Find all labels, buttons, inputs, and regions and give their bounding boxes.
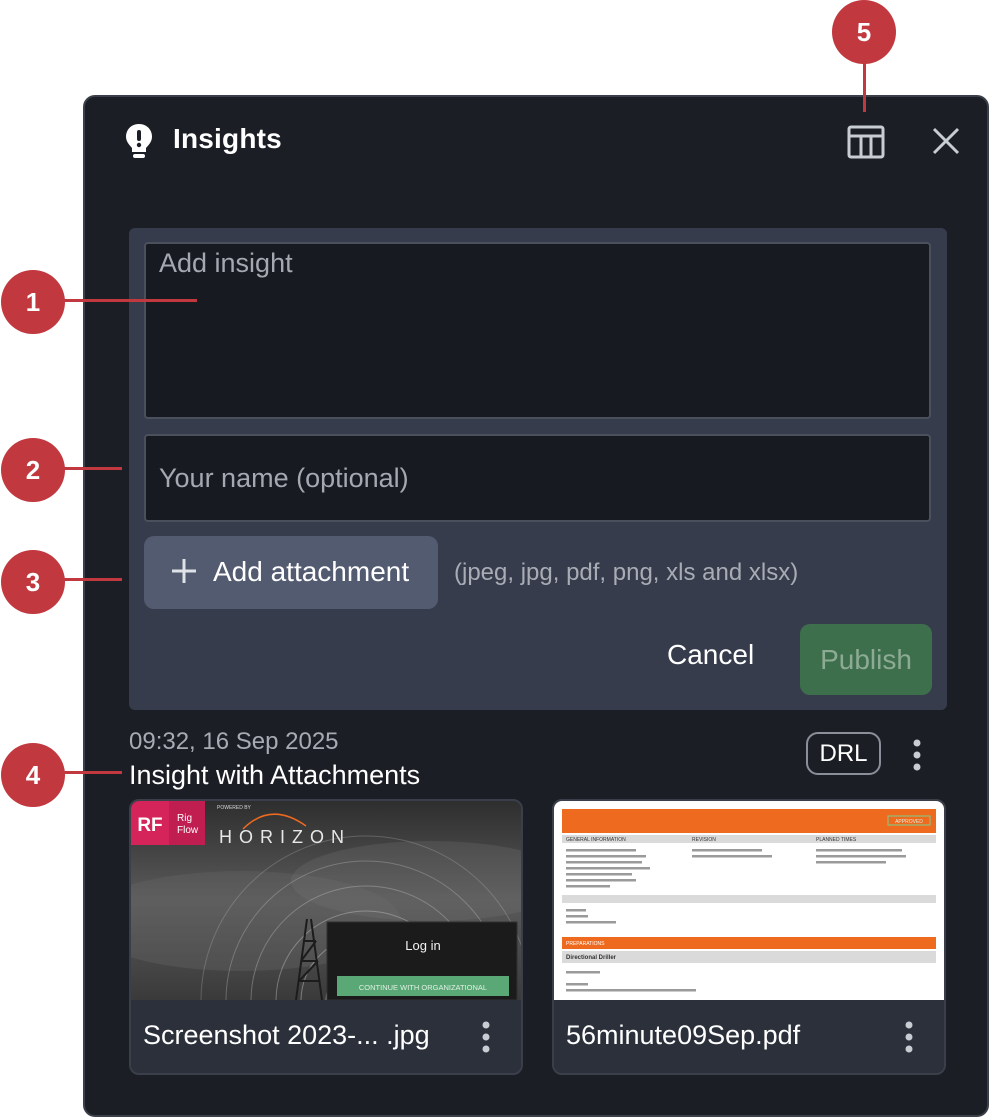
image-thumbnail: RF Rig Flow POWERED BY HORIZON Log in CO…	[131, 801, 521, 1000]
insight-title: Insight with Attachments	[129, 760, 421, 790]
pdf-section-4: PREPARATIONS	[566, 941, 605, 947]
horizon-brand-text: HORIZON	[219, 827, 351, 847]
plus-icon	[171, 558, 197, 584]
cancel-button[interactable]: Cancel	[667, 639, 754, 671]
discipline-badge: DRL	[806, 732, 881, 775]
attachment-footer: 56minute09Sep.pdf	[554, 1000, 944, 1073]
panel-title: Insights	[173, 123, 282, 154]
continue-text: CONTINUE WITH ORGANIZATIONAL	[359, 983, 487, 992]
insight-timestamp: 09:32, 16 Sep 2025	[129, 728, 339, 755]
attachment-name: 56minute09Sep.pdf	[566, 1020, 801, 1050]
publish-button[interactable]: Publish	[800, 624, 932, 695]
rf-logo-sub2: Flow	[177, 825, 199, 836]
callout-4: 4	[1, 743, 65, 807]
login-text: Log in	[405, 938, 440, 953]
pdf-section-2: REVISION	[692, 837, 716, 843]
name-input[interactable]	[144, 434, 931, 522]
close-icon[interactable]	[930, 125, 962, 157]
new-insight-form: Add attachment (jpeg, jpg, pdf, png, xls…	[129, 228, 947, 710]
lightbulb-icon	[125, 123, 153, 161]
insights-panel: Insights Add attachment (jpeg, jpg	[83, 95, 989, 1117]
attachment-footer: Screenshot 2023-... .jpg	[131, 1000, 521, 1073]
attachment-more-icon[interactable]	[481, 1021, 491, 1053]
powered-by-text: POWERED BY	[217, 805, 252, 811]
add-attachment-label: Add attachment	[213, 556, 410, 587]
callout-5: 5	[832, 0, 896, 64]
attachment-card[interactable]: RF Rig Flow POWERED BY HORIZON Log in CO…	[129, 799, 523, 1075]
add-attachment-button[interactable]: Add attachment	[144, 536, 438, 609]
callout-line-3	[62, 578, 122, 581]
pdf-status: APPROVED	[895, 819, 923, 825]
callout-line-5	[863, 62, 866, 112]
callout-1: 1	[1, 270, 65, 334]
callout-line-2	[62, 467, 122, 470]
callout-3: 3	[1, 550, 65, 614]
pdf-section-3: PLANNED TIMES	[816, 837, 857, 843]
file-types-hint: (jpeg, jpg, pdf, png, xls and xlsx)	[454, 559, 799, 586]
pdf-section-1: GENERAL INFORMATION	[566, 837, 626, 843]
attachment-more-icon[interactable]	[904, 1021, 914, 1053]
rf-logo-sub1: Rig	[177, 813, 192, 824]
insight-textarea[interactable]	[144, 242, 931, 419]
callout-line-4	[62, 771, 122, 774]
pdf-section-5: Directional Driller	[566, 955, 617, 961]
callout-line-1	[62, 299, 197, 302]
rf-logo-text: RF	[137, 815, 162, 836]
attachment-name: Screenshot 2023-... .jpg	[143, 1020, 430, 1050]
attachment-card[interactable]: APPROVED GENERAL INFORMATION REVISION PL…	[552, 799, 946, 1075]
table-layout-icon[interactable]	[847, 125, 885, 159]
insight-more-icon[interactable]	[912, 739, 922, 771]
callout-2: 2	[1, 438, 65, 502]
pdf-thumbnail: APPROVED GENERAL INFORMATION REVISION PL…	[554, 801, 944, 1000]
